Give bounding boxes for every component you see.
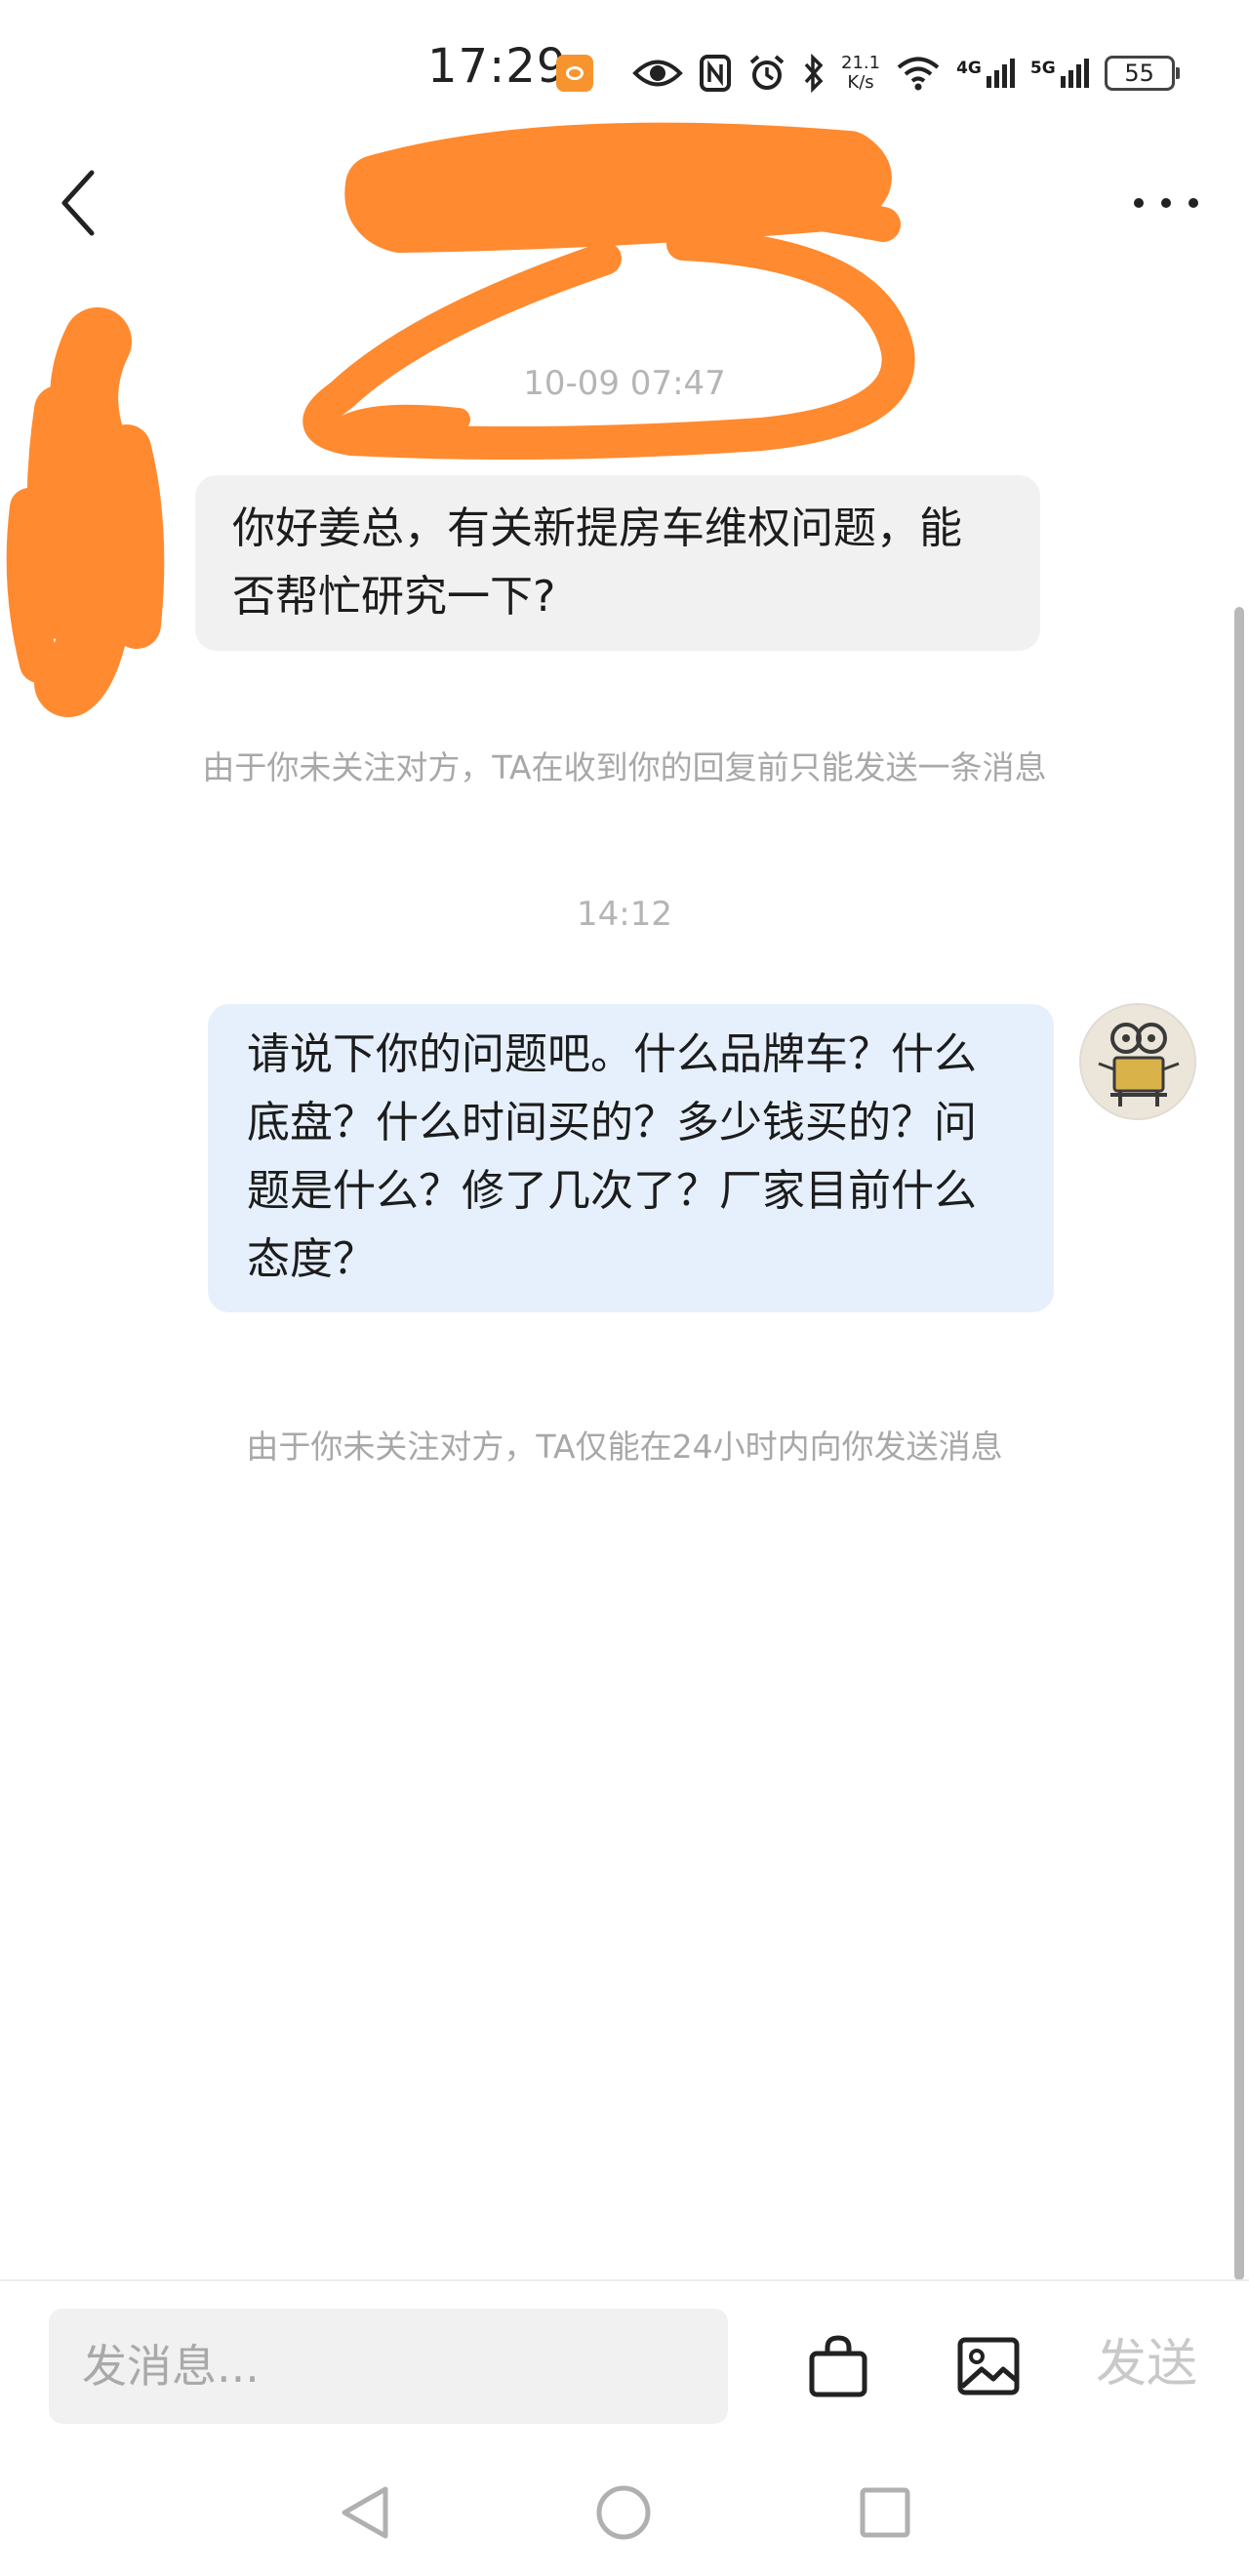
more-dots-icon xyxy=(1134,198,1198,208)
signal-4g-icon: 4G xyxy=(956,59,1015,88)
outgoing-message-bubble[interactable]: 请说下你的问题吧。什么品牌车？什么底盘？什么时间买的？多少钱买的？问题是什么？修… xyxy=(208,1004,1054,1312)
status-bar: 17:29 21.1 K/s 4G 5G 55 xyxy=(0,0,1249,146)
nav-recents-icon xyxy=(860,2487,910,2538)
battery-indicator: 55 xyxy=(1104,56,1180,91)
nav-home-button[interactable] xyxy=(589,2478,658,2547)
message-input[interactable] xyxy=(49,2309,728,2424)
back-button[interactable] xyxy=(39,164,117,242)
nfc-icon xyxy=(700,55,731,92)
bluetooth-icon xyxy=(804,54,824,93)
system-nav-bar xyxy=(0,2439,1249,2576)
nav-back-button[interactable] xyxy=(330,2478,398,2547)
scrollbar[interactable] xyxy=(1234,607,1244,2280)
input-bar: 发送 xyxy=(0,2279,1249,2441)
status-time: 17:29 xyxy=(427,39,568,94)
signal-5g-icon: 5G xyxy=(1030,59,1089,88)
nav-recents-button[interactable] xyxy=(851,2478,919,2547)
product-button[interactable] xyxy=(804,2332,872,2400)
net-speed-unit: K/s xyxy=(847,72,874,93)
avatar-image xyxy=(1081,1005,1194,1118)
shopping-bag-icon xyxy=(809,2335,867,2397)
net-speed: 21.1 K/s xyxy=(841,54,880,93)
system-note: 由于你未关注对方，TA仅能在24小时内向你发送消息 xyxy=(246,1428,1003,1466)
battery-level: 55 xyxy=(1124,60,1154,87)
app-notification-icon xyxy=(556,55,593,92)
nav-back-icon xyxy=(342,2486,388,2539)
chat-header xyxy=(0,146,1249,263)
image-button[interactable] xyxy=(954,2332,1023,2400)
message-timestamp: 10-09 07:47 xyxy=(523,364,726,403)
alarm-icon xyxy=(749,55,785,90)
net-speed-value: 21.1 xyxy=(841,53,881,73)
eye-icon xyxy=(632,60,683,87)
avatar[interactable] xyxy=(1079,1003,1196,1120)
back-arrow-icon xyxy=(61,170,95,236)
more-options-button[interactable] xyxy=(1122,164,1210,242)
message-timestamp: 14:12 xyxy=(577,895,672,934)
nav-home-icon xyxy=(596,2485,651,2540)
image-icon xyxy=(957,2337,1020,2395)
status-icons: 21.1 K/s 4G 5G 55 xyxy=(632,47,1180,100)
send-button[interactable]: 发送 xyxy=(1083,2320,1210,2408)
wifi-icon xyxy=(897,57,940,91)
incoming-message-bubble[interactable]: 你好姜总，有关新提房车维权问题，能否帮忙研究一下? xyxy=(195,475,1040,651)
system-note: 由于你未关注对方，TA在收到你的回复前只能发送一条消息 xyxy=(202,748,1047,786)
